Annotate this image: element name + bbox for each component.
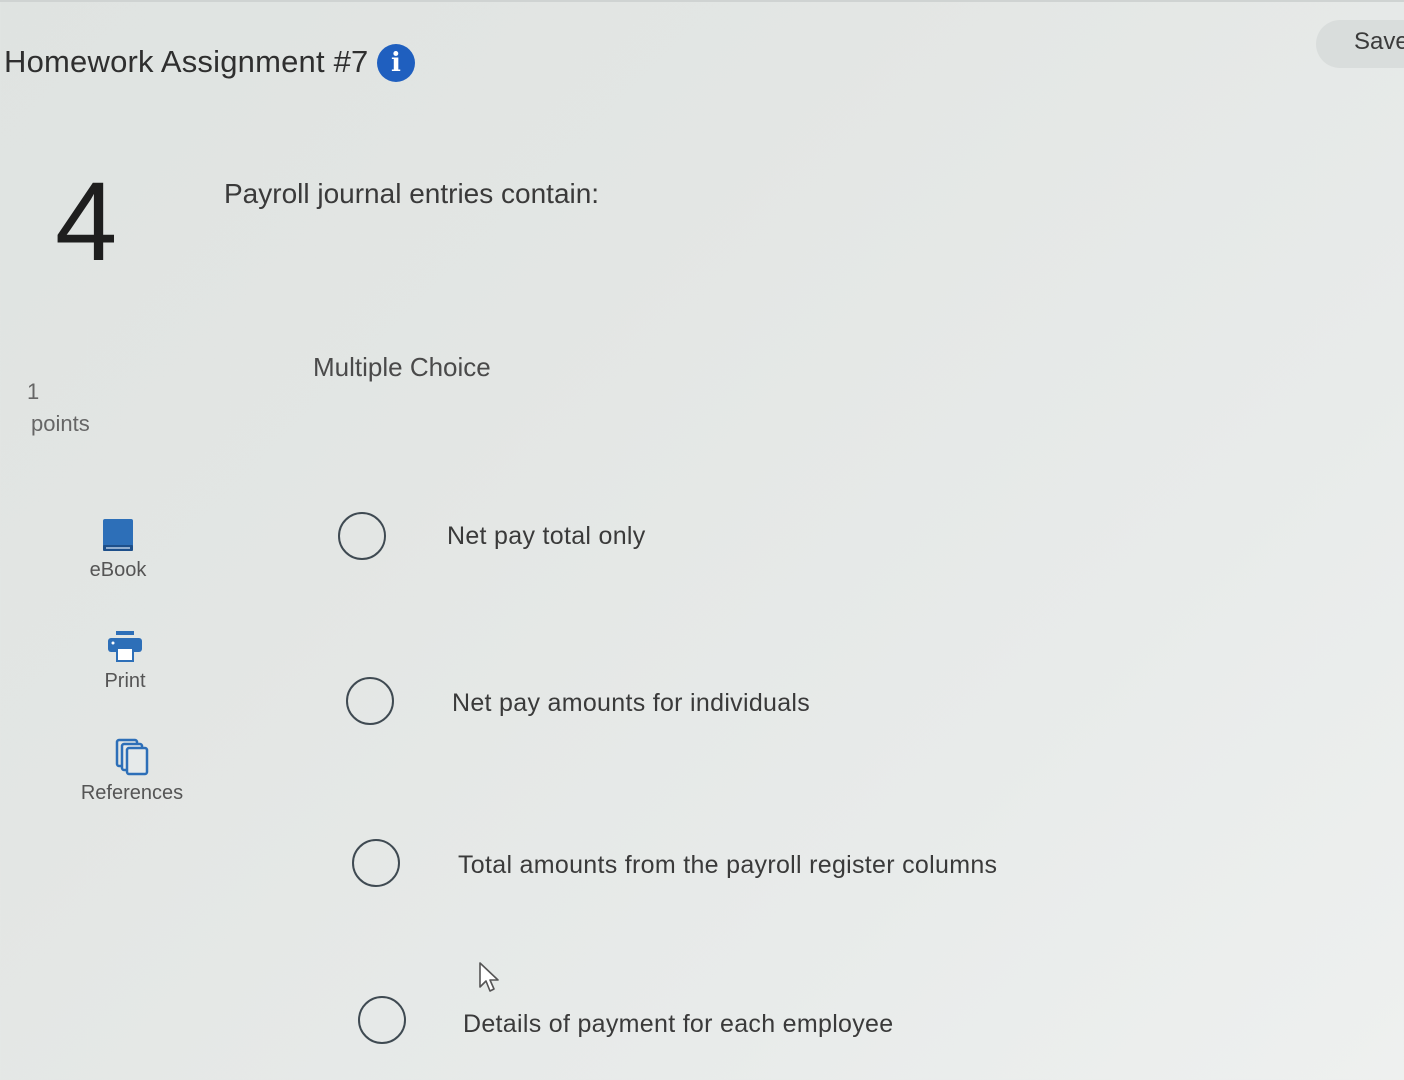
top-divider [0, 0, 1404, 2]
radio-button[interactable] [358, 996, 406, 1044]
option-label: Net pay total only [447, 522, 646, 550]
printer-icon [108, 631, 142, 662]
ebook-label: eBook [89, 559, 147, 581]
assignment-title: Homework Assignment #7 [4, 44, 369, 79]
points-value: 1 [27, 379, 40, 404]
ebook-button[interactable]: eBook [78, 517, 158, 582]
question-number: 4 [55, 159, 118, 284]
radio-button[interactable] [352, 839, 400, 887]
references-button[interactable]: References [70, 738, 194, 805]
option-label: Net pay amounts for individuals [452, 689, 811, 717]
references-icon [115, 738, 149, 776]
radio-button[interactable] [338, 512, 386, 560]
question-prompt: Payroll journal entries contain: [224, 178, 600, 209]
references-label: References [80, 782, 184, 804]
mouse-cursor-icon [479, 962, 499, 992]
info-icon[interactable]: i [377, 44, 415, 82]
points-label: points [31, 411, 90, 436]
save-button[interactable]: Save [1316, 20, 1404, 68]
question-type: Multiple Choice [313, 352, 491, 382]
print-button[interactable]: Print [88, 630, 162, 693]
radio-button[interactable] [346, 677, 394, 725]
book-icon [103, 519, 133, 551]
option-label: Details of payment for each employee [463, 1010, 894, 1038]
option-label: Total amounts from the payroll register … [458, 851, 998, 879]
print-label: Print [104, 670, 146, 692]
